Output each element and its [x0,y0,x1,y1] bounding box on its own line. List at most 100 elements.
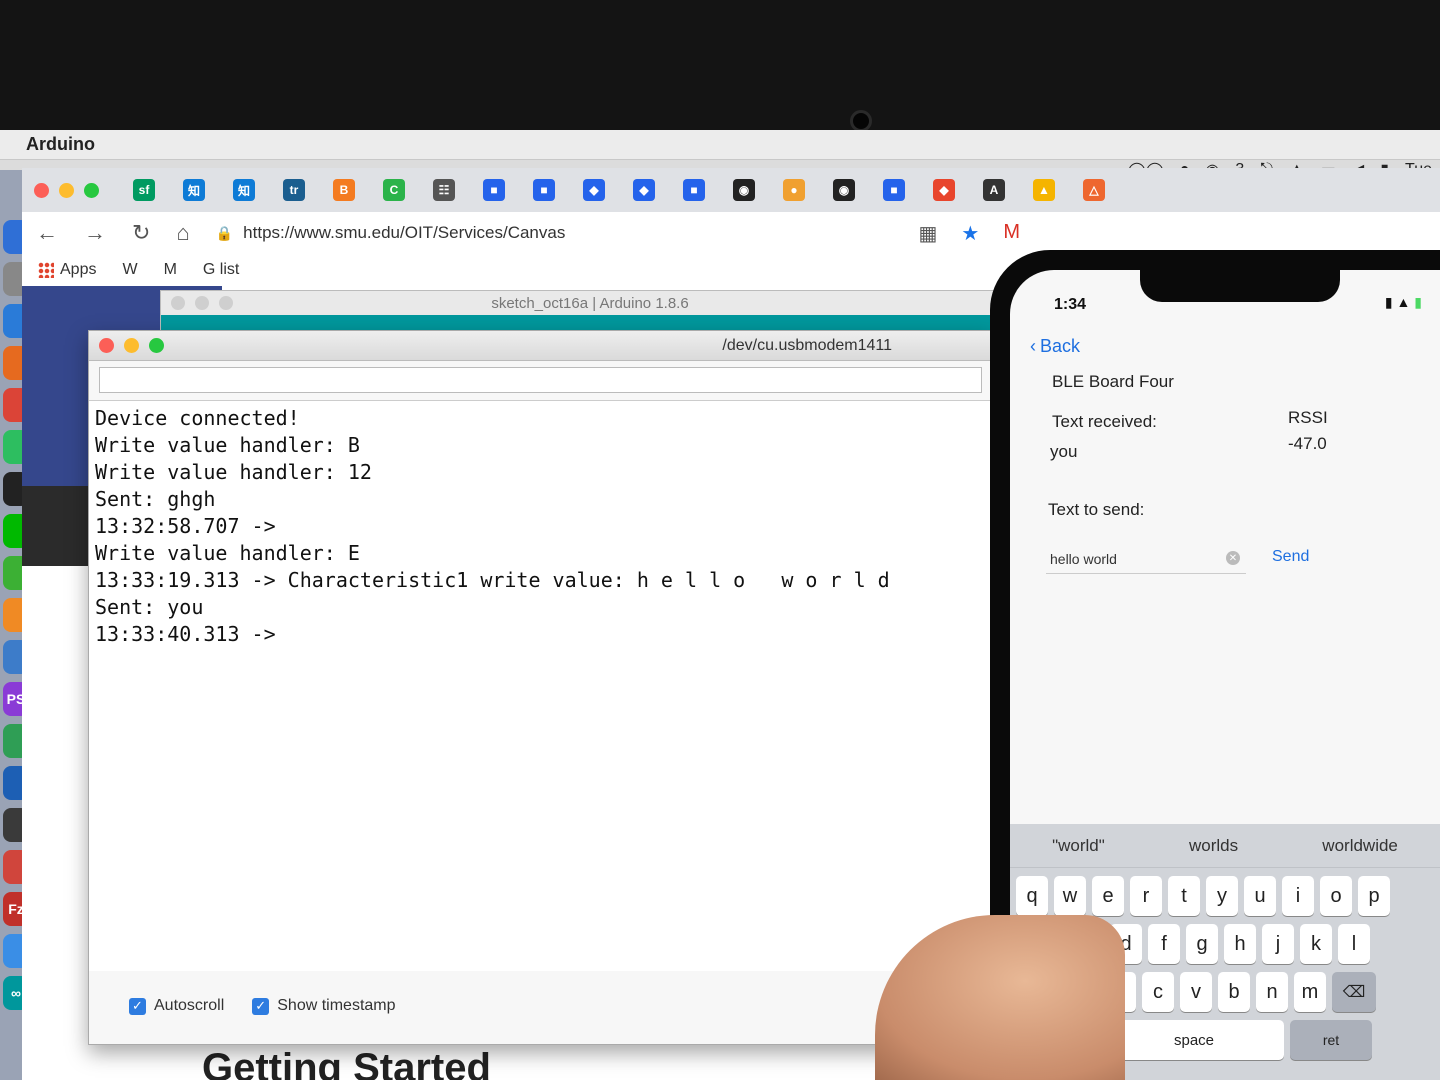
key[interactable]: u [1244,876,1276,916]
ide-minimize-button[interactable] [195,296,209,310]
tab-bitbucket3-icon[interactable]: ■ [683,179,705,201]
key[interactable]: j [1262,924,1294,964]
key[interactable]: m [1294,972,1326,1012]
tab-blogger-icon[interactable]: B [333,179,355,201]
tab-misc-icon[interactable]: ● [783,179,805,201]
bookmark-m[interactable]: M [164,261,177,279]
key[interactable]: y [1206,876,1238,916]
output-line: Device connected! [95,406,300,430]
minimize-button[interactable] [59,182,74,198]
output-line: 13:33:40.313 -> [95,622,276,646]
home-icon[interactable]: ⌂ [176,220,189,246]
tab-jira-icon[interactable]: ◆ [583,179,605,201]
tab-git-icon[interactable]: ◆ [933,179,955,201]
address-bar[interactable]: 🔒 https://www.smu.edu/OIT/Services/Canva… [216,217,836,249]
suggestion-item[interactable]: worlds [1189,836,1238,856]
send-button[interactable]: Send [1272,548,1309,566]
forward-arrow-icon[interactable]: → [84,220,106,246]
bookmark-w[interactable]: W [122,261,137,279]
serial-titlebar: /dev/cu.usbmodem1411 [89,331,992,361]
serial-port-title: /dev/cu.usbmodem1411 [722,337,892,354]
key[interactable]: r [1130,876,1162,916]
suggestion-item[interactable]: worldwide [1322,836,1398,856]
key[interactable]: p [1358,876,1390,916]
menubar-app-name[interactable]: Arduino [0,134,95,155]
text-to-send-label: Text to send: [1048,500,1145,519]
key[interactable]: k [1300,924,1332,964]
chrome-tabstrip: sf 知 知 tr B C ☷ ■ ■ ◆ ◆ ■ ◉ ● ◉ ■ ◆ A ▲ … [22,168,1440,212]
bookmark-apps[interactable]: Apps [38,261,96,279]
lock-icon: 🔒 [215,224,234,241]
tab-github2-icon[interactable]: ◉ [833,179,855,201]
tab-drive-icon[interactable]: ▲ [1033,179,1055,201]
zoom-button[interactable] [84,182,99,198]
ide-close-button[interactable] [171,296,185,310]
ide-title: sketch_oct16a | Arduino 1.8.6 [491,294,689,312]
key[interactable]: b [1218,972,1250,1012]
tab-font-icon[interactable]: A [983,179,1005,201]
tab-bitbucket-icon[interactable]: ■ [483,179,505,201]
key[interactable]: i [1282,876,1314,916]
return-key[interactable]: ret [1290,1020,1372,1060]
device-name: BLE Board Four [1052,372,1174,391]
timestamp-label: Show timestamp [277,997,396,1014]
tab-tr-icon[interactable]: tr [283,179,305,201]
phone-status-icons: ▮ ▲ ▮ [1385,294,1422,311]
tab-c-icon[interactable]: C [383,179,405,201]
back-label: Back [1040,336,1081,356]
tab-magento-icon[interactable]: △ [1083,179,1105,201]
clear-input-icon[interactable]: ✕ [1226,551,1240,565]
delete-key-icon[interactable]: ⌫ [1332,972,1376,1012]
output-line: Write value handler: B [95,433,360,457]
translate-icon[interactable]: ▦ [918,221,937,246]
serial-minimize-button[interactable] [124,338,139,353]
key[interactable]: o [1320,876,1352,916]
back-arrow-icon[interactable]: ← [36,220,58,246]
key[interactable]: t [1168,876,1200,916]
input-value: hello world [1050,551,1117,567]
output-line: Write value handler: 12 [95,460,372,484]
close-button[interactable] [34,182,49,198]
timestamp-checkbox[interactable]: ✓ Show timestamp [252,997,396,1015]
serial-close-button[interactable] [99,338,114,353]
autoscroll-label: Autoscroll [154,997,225,1014]
key[interactable]: w [1054,876,1086,916]
tab-sf-icon[interactable]: sf [133,179,155,201]
tab-book-icon[interactable]: ☷ [433,179,455,201]
output-line: Write value handler: E [95,541,360,565]
key[interactable]: n [1256,972,1288,1012]
url-text[interactable]: https://www.smu.edu/OIT/Services/Canvas [243,223,565,243]
space-key[interactable]: space [1104,1020,1284,1060]
key[interactable]: q [1016,876,1048,916]
autoscroll-checkbox[interactable]: ✓ Autoscroll [129,997,224,1015]
key[interactable]: g [1186,924,1218,964]
text-to-send-input[interactable]: hello world ✕ [1046,544,1246,574]
key[interactable]: v [1180,972,1212,1012]
back-button[interactable]: ‹ Back [1030,336,1080,357]
bookmark-glist[interactable]: G list [203,261,239,279]
tab-bitbucket4-icon[interactable]: ■ [883,179,905,201]
serial-zoom-button[interactable] [149,338,164,353]
tab-github-icon[interactable]: ◉ [733,179,755,201]
key[interactable]: c [1142,972,1174,1012]
tab-zhihu-icon[interactable]: 知 [183,179,205,201]
output-line: Sent: ghgh [95,487,216,511]
reload-icon[interactable]: ↻ [132,220,150,246]
bookmark-star-icon[interactable]: ★ [961,221,979,246]
tab-jira2-icon[interactable]: ◆ [633,179,655,201]
signal-icon: ▮ [1384,294,1393,310]
predictive-bar: "world" worlds worldwide [1010,824,1440,868]
suggestion-item[interactable]: "world" [1052,836,1105,856]
serial-output: Device connected! Write value handler: B W… [89,401,992,971]
tab-bitbucket2-icon[interactable]: ■ [533,179,555,201]
chevron-left-icon: ‹ [1030,336,1036,356]
tab-zhihu2-icon[interactable]: 知 [233,179,255,201]
ide-zoom-button[interactable] [219,296,233,310]
key[interactable]: e [1092,876,1124,916]
key[interactable]: f [1148,924,1180,964]
serial-send-input[interactable] [99,367,982,393]
key[interactable]: h [1224,924,1256,964]
key[interactable]: l [1338,924,1370,964]
serial-send-row [89,361,992,401]
gmail-icon[interactable]: M [1003,221,1020,246]
